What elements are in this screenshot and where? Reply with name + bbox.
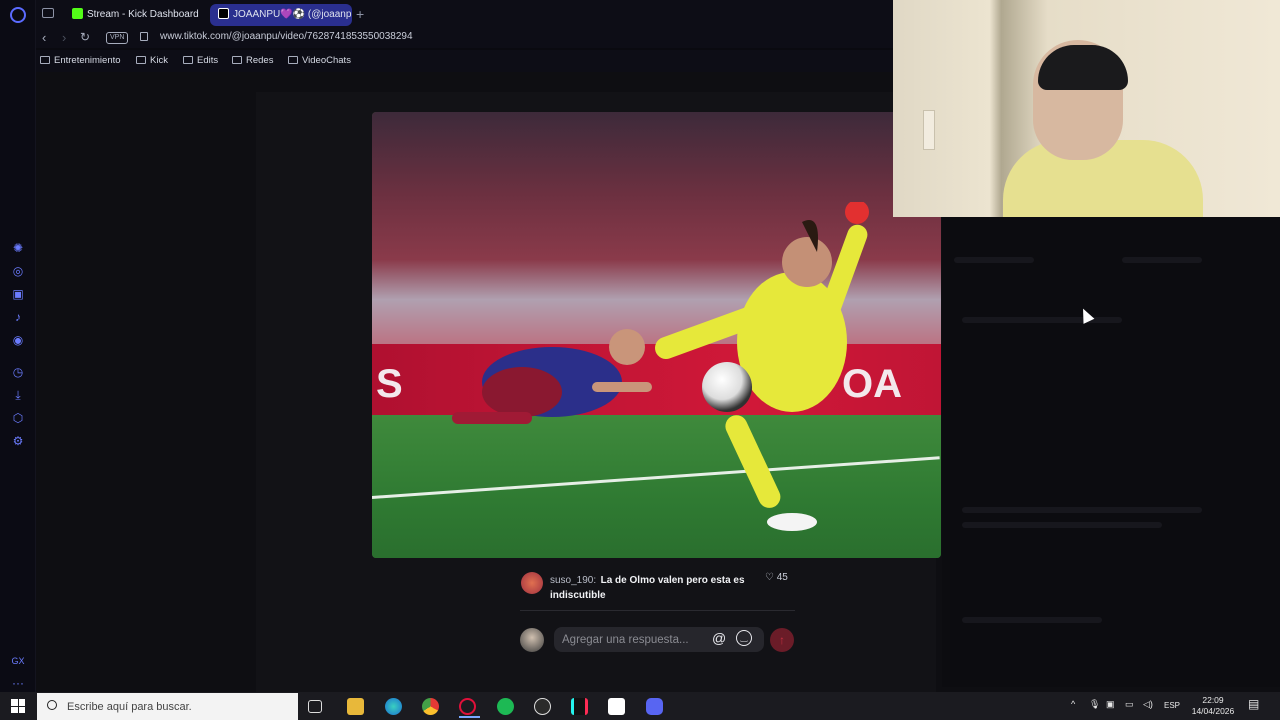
bookmark-folder[interactable]: Edits [183,55,218,66]
tiktok-favicon-icon [218,8,229,19]
like-count: 45 [776,572,788,583]
task-view-icon[interactable] [308,700,322,713]
network-icon[interactable]: ▭ [1125,699,1134,710]
notifications-icon[interactable]: ▤ [1248,697,1259,711]
reply-box: @ ‿ [554,627,764,652]
folder-icon [136,56,146,64]
discord-app-icon[interactable] [646,698,663,715]
arrow-up-icon: ↑ [779,633,785,647]
language-indicator[interactable]: ESP [1164,701,1180,710]
file-explorer-icon[interactable] [347,698,364,715]
system-clock[interactable]: 22:09 14/04/2026 [1188,695,1238,717]
heart-icon[interactable]: ♡ [765,572,774,583]
opera-logo-icon[interactable] [10,7,26,23]
volume-icon[interactable]: ◁) [1143,699,1153,710]
folder-icon [232,56,242,64]
extensions-icon[interactable]: ⬡ [11,411,25,425]
comment-item: suso_190: La de Olmo valen pero esta es … [521,572,801,602]
clock-date: 14/04/2026 [1191,706,1235,716]
bookmark-folder[interactable]: Kick [136,55,168,66]
lock-icon[interactable] [140,32,148,41]
bookmarks-bar: Entretenimiento Kick Edits Redes VideoCh… [36,50,896,72]
windows-taskbar: ^ 🎙 ▣ ▭ ◁) ESP 22:09 14/04/2026 ▤ [0,692,1280,720]
send-button[interactable]: ↑ [770,628,794,652]
gx-icon[interactable]: GX [11,654,25,668]
goalkeeper-player [654,202,869,531]
folder-icon [288,56,298,64]
whatsapp-icon[interactable]: ◎ [11,264,25,278]
microphone-icon[interactable]: 🎙 [1089,699,1100,710]
taskbar-search [37,693,298,720]
more-icon[interactable]: ··· [11,676,25,690]
downloads-icon[interactable]: ⤓ [11,388,25,402]
user-avatar [520,628,544,652]
comment-likes[interactable]: ♡ 45 [765,572,788,583]
bookmark-folder[interactable]: VideoChats [288,55,351,66]
comment-text-line1: La de Olmo valen pero esta es [600,575,745,586]
tray-chevron-icon[interactable]: ^ [1071,699,1075,709]
security-icon[interactable]: ▣ [1106,699,1115,710]
folder-icon [183,56,193,64]
tab-tiktok[interactable]: JOAANPU💜⚽ (@joaanpu [210,4,352,26]
bookmark-label: Redes [246,55,274,66]
forward-icon[interactable]: › [62,30,66,45]
streamer-cap [1038,45,1128,90]
reply-input[interactable] [560,631,710,648]
dimmed-comments-panel [942,217,1280,687]
edge-icon[interactable] [385,698,402,715]
tiktok-app-icon[interactable] [571,698,588,715]
tab-label: Stream - Kick Dashboard [87,9,199,20]
comment-image[interactable]: S OA [372,112,941,558]
settings-icon[interactable]: ⚙ [11,434,25,448]
history-icon[interactable]: ◷ [11,365,25,379]
bookmark-label: Entretenimiento [54,55,121,66]
opera-sidebar: ✺ ◎ ▣ ♪ ◉ ◷ ⤓ ⬡ ⚙ GX ··· [0,0,36,692]
folder-icon [40,56,50,64]
opera-gx-icon[interactable] [459,698,480,718]
tab-bar: Stream - Kick Dashboard JOAANPU💜⚽ (@joaa… [36,0,896,30]
new-tab-button[interactable]: + [356,6,364,22]
vpn-badge[interactable]: VPN [106,32,129,44]
bookmark-label: Edits [197,55,219,66]
bookmark-folder[interactable]: Entretenimiento [40,55,121,66]
football [702,362,752,412]
webcam-overlay [893,0,1280,217]
browser-window: ✺ ◎ ▣ ♪ ◉ ◷ ⤓ ⬡ ⚙ GX ··· Stream - Kick D… [0,0,1280,692]
emoji-icon[interactable]: ‿ [736,630,752,646]
kick-favicon-icon [72,8,83,19]
taskbar-search-input[interactable] [65,698,285,715]
commenter-avatar[interactable] [521,572,543,594]
wall-switch [923,110,935,150]
tiktok-icon[interactable]: ♪ [11,310,25,324]
bookmark-folder[interactable]: Redes [232,55,273,66]
board-text: S [376,361,403,406]
mention-icon[interactable]: @ [712,630,726,646]
back-icon[interactable]: ‹ [42,30,46,45]
chatgpt-icon[interactable]: ✺ [11,241,25,255]
windows-start-icon[interactable] [11,699,25,713]
comment-text-line2: indiscutible [550,590,606,601]
search-icon [47,700,57,710]
capcut-icon[interactable] [608,698,625,715]
bookmark-label: VideoChats [302,55,351,66]
tab-label: JOAANPU💜⚽ (@joaanpu [233,9,352,20]
chrome-icon[interactable] [422,698,439,715]
field-player [452,329,652,424]
spotify-icon[interactable] [497,698,514,715]
instagram-icon[interactable]: ▣ [11,287,25,301]
comment-username[interactable]: suso_190: [550,575,596,586]
tab-island-icon[interactable] [42,8,54,18]
clock-time: 22:09 [1202,695,1224,705]
bookmark-label: Kick [150,55,168,66]
divider [520,610,795,611]
address-bar: ‹ › ↻ VPN www.tiktok.com/@joaanpu/video/… [36,28,896,48]
tab-kick-dashboard[interactable]: Stream - Kick Dashboard [64,4,204,26]
reload-icon[interactable]: ↻ [80,30,90,44]
url-field[interactable]: www.tiktok.com/@joaanpu/video/7628741853… [160,31,413,42]
discord-icon[interactable]: ◉ [11,333,25,347]
obs-icon[interactable] [534,698,551,715]
